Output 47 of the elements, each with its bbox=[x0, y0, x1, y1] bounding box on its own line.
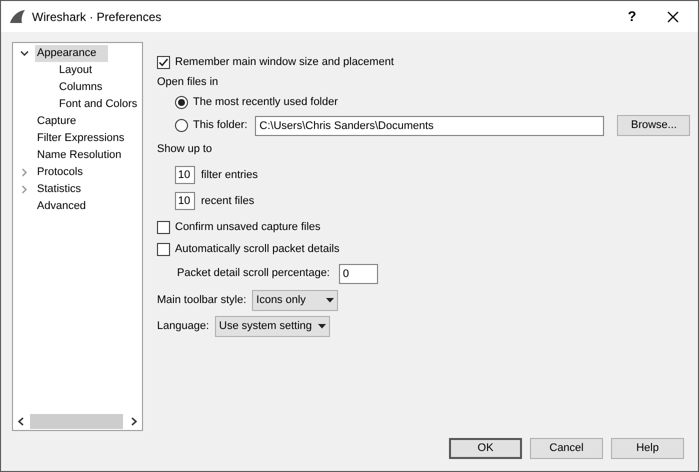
help-button[interactable]: ? bbox=[617, 6, 647, 27]
field-label: Main toolbar style: bbox=[157, 292, 246, 308]
tree-item[interactable]: Columns bbox=[57, 79, 104, 96]
number-field[interactable]: 10 bbox=[175, 192, 195, 210]
tree-item[interactable]: Font and Colors bbox=[57, 96, 140, 113]
checkbox[interactable] bbox=[157, 220, 170, 234]
tree-item[interactable]: Layout bbox=[57, 62, 94, 79]
browse-button[interactable]: Browse... bbox=[617, 115, 690, 136]
collapse-chevron-icon[interactable] bbox=[20, 49, 28, 58]
dropdown-arrow-icon bbox=[326, 298, 334, 302]
field-label: recent files bbox=[201, 194, 254, 209]
scrollbar-thumb[interactable] bbox=[30, 414, 123, 429]
tree-item[interactable]: Filter Expressions bbox=[35, 130, 126, 147]
close-icon[interactable] bbox=[667, 10, 679, 22]
dialog-button[interactable]: Cancel bbox=[530, 438, 603, 459]
tree-item[interactable]: Appearance bbox=[35, 45, 108, 62]
dialog-button[interactable]: Help bbox=[611, 438, 684, 459]
folder-field[interactable]: C:\Users\Chris Sanders\Documents bbox=[255, 116, 604, 136]
section-label: Show up to bbox=[157, 142, 214, 158]
percentage-field[interactable]: 0 bbox=[338, 264, 378, 284]
checkbox-label: Confirm unsaved capture files bbox=[175, 220, 321, 235]
fin-icon bbox=[9, 9, 26, 24]
field-label: filter entries bbox=[201, 168, 258, 183]
language-dropdown[interactable]: Use system setting bbox=[215, 316, 330, 336]
tree-item[interactable]: Statistics bbox=[35, 181, 84, 198]
field-label: Language: bbox=[157, 318, 209, 334]
field-label: Packet detail scroll percentage: bbox=[177, 266, 330, 282]
tree-item[interactable]: Protocols bbox=[35, 164, 85, 181]
expand-chevron-icon[interactable] bbox=[20, 168, 28, 177]
expand-chevron-icon[interactable] bbox=[20, 185, 28, 194]
section-label: Open files in bbox=[157, 74, 220, 90]
tree-item[interactable]: Advanced bbox=[35, 198, 88, 215]
radio-label: This folder: bbox=[193, 118, 248, 134]
radio-button[interactable] bbox=[175, 96, 188, 109]
tree-item[interactable]: Capture bbox=[35, 113, 78, 130]
radio-button[interactable] bbox=[175, 119, 188, 132]
dropdown-arrow-icon bbox=[318, 324, 326, 328]
number-field[interactable]: 10 bbox=[175, 166, 195, 184]
checkbox-label: Automatically scroll packet details bbox=[175, 242, 340, 257]
tree-item[interactable]: Name Resolution bbox=[35, 147, 124, 164]
checkbox[interactable] bbox=[157, 242, 170, 256]
toolbar-style-dropdown[interactable]: Icons only bbox=[252, 290, 338, 310]
checkbox-label: Remember main window size and placement bbox=[175, 54, 394, 70]
window-title: Wireshark · Preferences bbox=[32, 8, 162, 26]
checkbox[interactable] bbox=[157, 56, 170, 68]
radio-label: The most recently used folder bbox=[193, 95, 338, 110]
dialog-button[interactable]: OK bbox=[449, 438, 522, 459]
